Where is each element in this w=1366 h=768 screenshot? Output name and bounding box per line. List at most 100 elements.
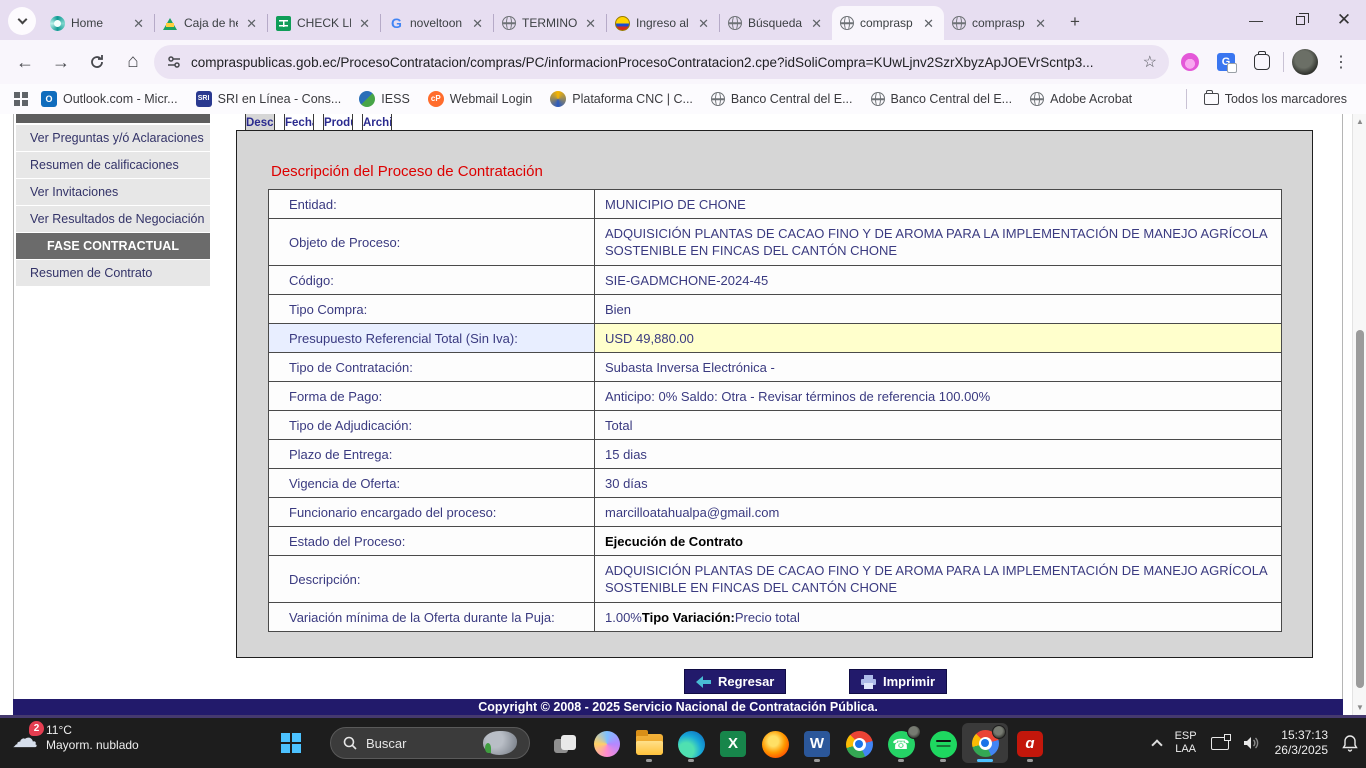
imprimir-button[interactable]: Imprimir (849, 669, 947, 694)
tab-productos[interactable]: Productos (323, 114, 353, 131)
task-view-button[interactable] (549, 728, 581, 760)
system-tray: ESP LAA 15:37:13 26/3/2025 (1153, 718, 1358, 768)
new-tab-button[interactable]: + (1062, 9, 1088, 35)
apps-grid-icon[interactable] (14, 92, 28, 106)
tab-close-button[interactable]: ✕ (809, 16, 824, 31)
address-bar[interactable]: compraspublicas.gob.ec/ProcesoContrataci… (154, 45, 1169, 79)
tab-fechas[interactable]: Fechas (284, 114, 314, 131)
forward-button[interactable]: → (46, 47, 76, 77)
table-row: Tipo Compra: Bien (268, 295, 1282, 324)
sidebar-item-calificaciones[interactable]: Resumen de calificaciones (16, 152, 210, 178)
tab-close-button[interactable]: ✕ (244, 16, 259, 31)
regresar-button[interactable]: Regresar (684, 669, 786, 694)
field-label: Código: (269, 266, 594, 294)
tab-close-button[interactable]: ✕ (470, 16, 485, 31)
bookmark-item[interactable]: Banco Central del E... (862, 92, 1022, 106)
minimize-button[interactable]: — (1234, 0, 1278, 40)
file-explorer-button[interactable] (633, 728, 665, 760)
all-bookmarks-button[interactable]: Todos los marcadores (1195, 92, 1356, 106)
chrome-active-button[interactable] (962, 723, 1008, 763)
side-panel-button[interactable] (1247, 47, 1277, 77)
excel-button[interactable]: X (717, 728, 749, 760)
running-indicator (646, 759, 652, 762)
sidebar-item-resumen-contrato[interactable]: Resumen de Contrato (16, 260, 210, 286)
browser-tab[interactable]: Búsqueda ✕ (720, 6, 832, 40)
tab-title: noveltoon (410, 16, 464, 30)
bookmark-item[interactable]: Adobe Acrobat (1021, 92, 1141, 106)
sidebar-item-label: Resumen de Contrato (30, 266, 152, 280)
tab-close-button[interactable]: ✕ (696, 16, 711, 31)
tab-label: Archivos (363, 117, 391, 129)
browser-tab[interactable]: comprasp ✕ (944, 6, 1056, 40)
tab-close-button[interactable]: ✕ (131, 16, 146, 31)
network-icon[interactable] (1211, 737, 1229, 750)
browser-menu-button[interactable]: ⋮ (1326, 47, 1356, 77)
tab-archivos[interactable]: Archivos (362, 114, 392, 131)
browser-tab[interactable]: G noveltoon ✕ (381, 6, 493, 40)
tab-label: Descripción (246, 117, 274, 129)
home-button[interactable]: ⌂ (118, 47, 148, 77)
page-scrollbar[interactable]: ▲ ▼ (1352, 114, 1366, 715)
table-row: Código: SIE-GADMCHONE-2024-45 (268, 266, 1282, 295)
tab-close-button[interactable]: ✕ (1033, 16, 1048, 31)
bookmark-item[interactable]: cP Webmail Login (419, 91, 541, 107)
edge-button[interactable] (675, 728, 707, 760)
browser-tab[interactable]: Home ✕ (42, 6, 154, 40)
all-bookmarks-label: Todos los marcadores (1225, 92, 1347, 106)
start-button[interactable] (281, 733, 301, 753)
clock-widget[interactable]: 15:37:13 26/3/2025 (1275, 728, 1328, 758)
bookmark-label: Outlook.com - Micr... (63, 92, 178, 106)
bookmark-item[interactable]: Banco Central del E... (702, 92, 862, 106)
table-row: Plazo de Entrega: 15 dias (268, 440, 1282, 469)
bookmark-item[interactable]: SRI SRI en Línea - Cons... (187, 91, 351, 107)
sidebar-item-preguntas[interactable]: Ver Preguntas y/ó Aclaraciones (16, 125, 210, 151)
scrollbar-thumb[interactable] (1356, 330, 1364, 688)
chrome-button[interactable] (843, 728, 875, 760)
bookmark-item[interactable]: O Outlook.com - Micr... (32, 91, 187, 107)
bookmark-item[interactable]: IESS (350, 91, 419, 107)
profile-button[interactable] (1290, 47, 1320, 77)
spotify-button[interactable] (927, 728, 959, 760)
tab-close-button[interactable]: ✕ (357, 16, 372, 31)
scroll-down-arrow[interactable]: ▼ (1353, 703, 1366, 712)
tab-title: Ingreso al (636, 16, 690, 30)
weather-widget[interactable]: ☁2 11°C Mayorm. nublado (12, 723, 139, 753)
sidebar-item-invitaciones[interactable]: Ver Invitaciones (16, 179, 210, 205)
bookmark-star-icon[interactable]: ☆ (1143, 52, 1157, 72)
back-button[interactable]: ← (10, 47, 40, 77)
scroll-up-arrow[interactable]: ▲ (1353, 117, 1366, 126)
tab-close-button[interactable]: ✕ (583, 16, 598, 31)
whatsapp-button[interactable]: ☎ (885, 728, 917, 760)
tray-overflow-chevron[interactable] (1151, 739, 1162, 750)
tab-descripcion[interactable]: Descripción (245, 114, 275, 131)
page-title: Descripción del Proceso de Contratación (271, 163, 543, 180)
volume-icon[interactable] (1243, 735, 1261, 751)
reload-button[interactable] (82, 47, 112, 77)
globe-icon (1030, 92, 1044, 106)
firefox-button[interactable] (759, 728, 791, 760)
tab-close-button[interactable]: ✕ (921, 16, 936, 31)
acrobat-button[interactable]: ɑ (1014, 728, 1046, 760)
browser-tab[interactable]: CHECK LIS ✕ (268, 6, 380, 40)
printer-icon (861, 675, 876, 689)
tab-search-button[interactable] (8, 7, 36, 35)
bookmark-item[interactable]: Plataforma CNC | C... (541, 91, 702, 107)
word-button[interactable]: W (801, 728, 833, 760)
copilot-button[interactable] (591, 728, 623, 760)
bookmarks-bar: O Outlook.com - Micr... SRI SRI en Línea… (0, 84, 1366, 114)
close-button[interactable]: ✕ (1322, 0, 1366, 40)
pink-extension-button[interactable] (1175, 47, 1205, 77)
browser-tab[interactable]: TERMINO ✕ (494, 6, 606, 40)
restore-button[interactable] (1278, 0, 1322, 40)
field-label: Tipo de Adjudicación: (269, 411, 594, 439)
tray-time: 15:37:13 (1275, 728, 1328, 743)
translate-button[interactable]: G (1211, 47, 1241, 77)
language-indicator[interactable]: ESP LAA (1175, 730, 1197, 756)
browser-tab[interactable]: Caja de he ✕ (155, 6, 267, 40)
browser-tab[interactable]: Ingreso al ✕ (607, 6, 719, 40)
taskbar-search[interactable]: Buscar (330, 727, 530, 759)
browser-tab-active[interactable]: comprasp ✕ (832, 6, 944, 40)
notifications-bell-icon[interactable] (1342, 735, 1358, 752)
field-value-status: Ejecución de Contrato (594, 527, 1281, 555)
sidebar-item-negociacion[interactable]: Ver Resultados de Negociación (16, 206, 210, 232)
